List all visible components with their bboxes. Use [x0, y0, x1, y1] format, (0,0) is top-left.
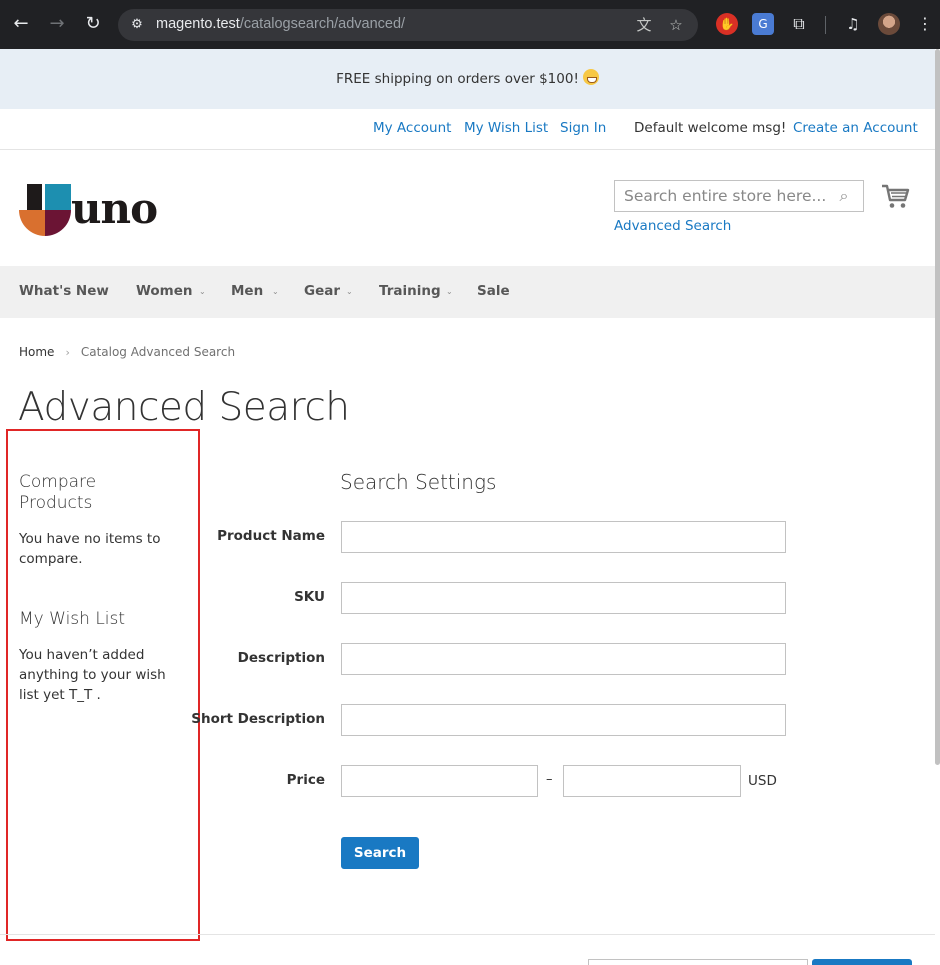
nav-item-sale[interactable]: Sale: [477, 283, 510, 299]
nav-item-gear[interactable]: Gear: [304, 283, 340, 299]
chevron-down-icon: ⌄: [272, 287, 279, 296]
wish-list-empty-message: You haven’t added anything to your wish …: [19, 647, 166, 703]
forward-icon[interactable]: →: [45, 12, 69, 36]
chevron-right-icon: ›: [65, 346, 70, 359]
extensions-puzzle-icon[interactable]: ⧉: [788, 13, 810, 35]
grinning-face-emoji-icon: [582, 69, 599, 85]
back-icon[interactable]: ←: [9, 12, 33, 36]
sku-label: SKU: [294, 589, 325, 605]
breadcrumb-current: Catalog Advanced Search: [80, 345, 236, 359]
cart-icon[interactable]: [880, 182, 910, 210]
search-button[interactable]: Search: [341, 837, 419, 869]
translate-icon[interactable]: 文: [634, 15, 654, 35]
compare-empty-message: You have no items to compare.: [19, 531, 161, 567]
sign-in-link[interactable]: Sign In: [560, 120, 606, 136]
sku-field[interactable]: [341, 582, 786, 614]
chevron-down-icon: ⌄: [199, 287, 206, 296]
footer-divider: [0, 934, 935, 935]
price-from-field[interactable]: [341, 765, 538, 797]
description-field[interactable]: [341, 643, 786, 675]
product-name-field[interactable]: [341, 521, 786, 553]
search-input[interactable]: [615, 181, 835, 211]
description-label: Description: [237, 650, 325, 666]
wish-list-title: My Wish List: [19, 609, 126, 629]
browser-toolbar: ← → ↻ ⚙ magento.test/catalogsearch/advan…: [0, 0, 940, 49]
page-title: Advanced Search: [18, 385, 350, 430]
bookmark-star-icon[interactable]: ☆: [666, 15, 686, 35]
price-range-separator: –: [546, 772, 553, 787]
toolbar-divider: [825, 16, 826, 34]
site-settings-icon[interactable]: ⚙: [128, 16, 146, 34]
search-form: ⌕: [614, 180, 864, 212]
subscribe-button[interactable]: [812, 959, 912, 965]
promo-banner: FREE shipping on orders over $100!: [0, 49, 935, 109]
extension-icon[interactable]: ✋: [716, 13, 738, 35]
reload-icon[interactable]: ↻: [81, 12, 105, 36]
welcome-message: Default welcome msg!: [634, 120, 787, 136]
menu-kebab-icon[interactable]: ⋮: [914, 13, 936, 35]
product-name-label: Product Name: [217, 528, 325, 544]
main-navigation: What's New Women ⌄ Men ⌄ Gear ⌄ Training…: [0, 266, 935, 318]
promo-text: FREE shipping on orders over $100!: [336, 71, 579, 87]
short-description-field[interactable]: [341, 704, 786, 736]
header-links-bar: My Account My Wish List Sign In Default …: [0, 109, 935, 150]
extension-icon[interactable]: G: [752, 13, 774, 35]
profile-avatar[interactable]: [878, 13, 900, 35]
compare-products-title: Compare Products: [19, 472, 97, 513]
nav-item-training[interactable]: Training: [379, 283, 441, 299]
price-to-field[interactable]: [563, 765, 741, 797]
web-page: FREE shipping on orders over $100! My Ac…: [0, 49, 935, 965]
my-wish-list-link[interactable]: My Wish List: [464, 120, 548, 136]
create-account-link[interactable]: Create an Account: [793, 120, 918, 136]
search-settings-title: Search Settings: [340, 470, 497, 494]
url-text[interactable]: magento.test/catalogsearch/advanced/: [156, 16, 405, 32]
logo-text: uno: [71, 184, 158, 233]
advanced-search-link[interactable]: Advanced Search: [614, 218, 731, 234]
nav-item-men[interactable]: Men: [231, 283, 263, 299]
page-scrollbar[interactable]: [935, 49, 940, 765]
search-icon[interactable]: ⌕: [835, 187, 853, 205]
nav-item-women[interactable]: Women: [136, 283, 193, 299]
nav-item-whats-new[interactable]: What's New: [19, 283, 109, 299]
my-account-link[interactable]: My Account: [373, 120, 451, 136]
newsletter-input[interactable]: [588, 959, 808, 965]
media-icon[interactable]: ♫: [842, 13, 864, 35]
chevron-down-icon: ⌄: [446, 287, 453, 296]
short-description-label: Short Description: [191, 711, 325, 727]
chevron-down-icon: ⌄: [346, 287, 353, 296]
logo-mark-icon: [19, 184, 71, 236]
breadcrumb: Home › Catalog Advanced Search: [19, 345, 235, 359]
store-logo[interactable]: uno: [19, 184, 159, 236]
price-currency: USD: [748, 773, 777, 789]
address-bar[interactable]: ⚙ magento.test/catalogsearch/advanced/ 文…: [118, 9, 698, 41]
price-label: Price: [286, 772, 325, 788]
breadcrumb-home-link[interactable]: Home: [19, 345, 54, 359]
